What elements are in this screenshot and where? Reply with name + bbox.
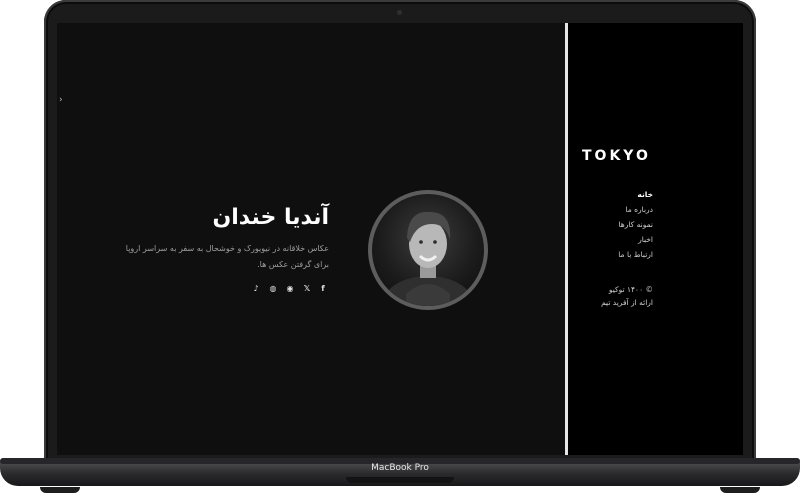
sidebar-item-about[interactable]: درباره ما [583, 202, 653, 217]
avatar [368, 190, 488, 310]
laptop-mockup: › آندیا خندان عکاس خلاقانه در نیویورک و … [0, 0, 800, 503]
credit-line: ارائه از آفرید تیم [601, 298, 653, 307]
sidebar-item-news[interactable]: اخبار [583, 232, 653, 247]
hero-name: آندیا خندان [212, 205, 329, 230]
site-logo[interactable]: TOKYO [582, 148, 650, 164]
sidebar-item-home[interactable]: خانه [583, 187, 653, 202]
camera-icon [397, 10, 402, 15]
sidebar-item-portfolio[interactable]: نمونه کارها [583, 217, 653, 232]
sidebar-item-contact[interactable]: ارتباط با ما [583, 247, 653, 262]
main-content: › آندیا خندان عکاس خلاقانه در نیویورک و … [57, 23, 565, 455]
menu-toggle-icon[interactable]: › [59, 95, 63, 105]
twitter-icon[interactable]: 𝕏 [301, 283, 313, 295]
laptop-foot-right [720, 487, 760, 493]
instagram-icon[interactable]: ◉ [284, 283, 296, 295]
copyright-line: © ۱۴۰۰ توکیو [608, 285, 653, 294]
hero-description: عکاس خلاقانه در نیویورک و خوشحال به سفر … [125, 244, 329, 269]
dribbble-icon[interactable]: ◍ [267, 283, 279, 295]
social-links: f 𝕏 ◉ ◍ ♪ [249, 283, 329, 295]
device-brand-label: MacBook Pro [371, 463, 429, 473]
facebook-icon[interactable]: f [317, 283, 329, 295]
laptop-notch [346, 477, 454, 483]
copyright: © ۱۴۰۰ توکیو ارائه از آفرید تیم [583, 283, 653, 309]
avatar-portrait [384, 211, 472, 306]
tiktok-icon[interactable]: ♪ [250, 283, 262, 295]
laptop-foot-left [40, 487, 80, 493]
sidebar-menu: خانه درباره ما نمونه کارها اخبار ارتباط … [583, 187, 653, 262]
